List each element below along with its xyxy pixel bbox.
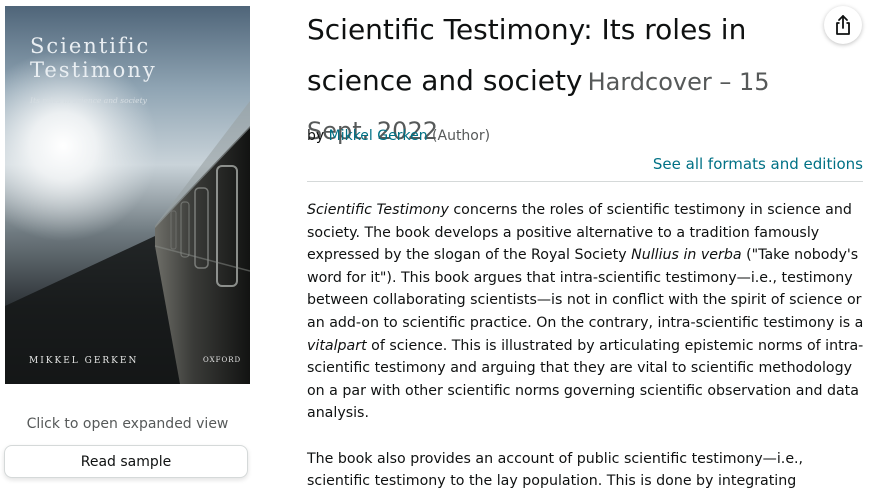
byline: by Mikkel Gerken (Author) (307, 128, 490, 144)
divider (307, 181, 863, 182)
description-text: of science. This is illustrated by artic… (307, 337, 864, 422)
share-icon (836, 15, 850, 35)
product-page: Scientific Testimony Its roles in scienc… (0, 0, 875, 491)
share-button[interactable] (824, 6, 862, 44)
cover-publisher-logo: OXFORD (203, 356, 242, 364)
book-description: Scientific Testimony concerns the roles … (307, 199, 867, 491)
cover-author: MIKKEL GERKEN (29, 356, 139, 366)
cover-subtitle: Its roles in science and society (30, 96, 147, 105)
description-book-title: Scientific Testimony (307, 202, 449, 218)
book-cover-image[interactable]: Scientific Testimony Its roles in scienc… (5, 6, 250, 384)
description-paragraph: Scientific Testimony concerns the roles … (307, 199, 867, 425)
cover-title: Scientific Testimony (30, 34, 157, 82)
expand-view-caption[interactable]: Click to open expanded view (5, 416, 250, 432)
see-all-formats-link[interactable]: See all formats and editions (653, 155, 863, 173)
description-motto: Nullius in verba (631, 247, 742, 264)
author-link[interactable]: Mikkel Gerken (329, 128, 428, 144)
description-emphasis: vitalpart (307, 337, 367, 354)
description-paragraph: The book also provides an account of pub… (307, 450, 804, 490)
byline-prefix: by (307, 128, 325, 144)
author-role: (Author) (432, 128, 491, 144)
read-sample-button[interactable]: Read sample (4, 445, 248, 478)
